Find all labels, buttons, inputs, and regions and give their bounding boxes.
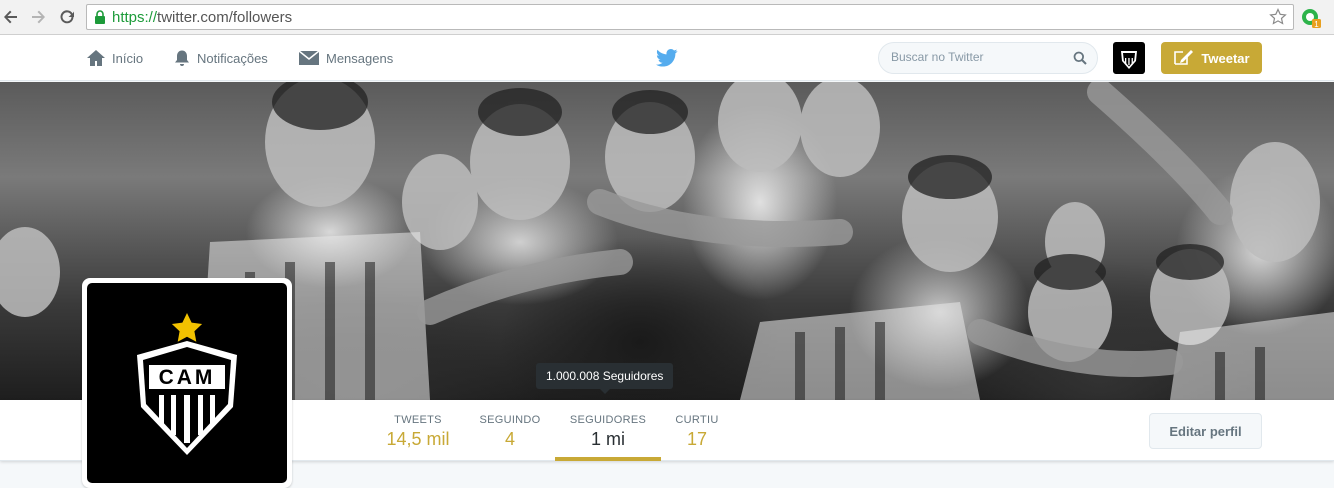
search-icon[interactable]	[1073, 51, 1087, 70]
nav-home-label: Início	[112, 50, 144, 66]
home-icon	[86, 49, 106, 67]
stat-following-label: SEGUINDO	[479, 414, 541, 426]
nav-notifications[interactable]: Notificações	[173, 35, 268, 81]
followers-tooltip: 1.000.008 Seguidores	[536, 363, 674, 394]
nav-notifications-label: Notificações	[197, 50, 268, 66]
stat-likes[interactable]: CURTIU 17	[668, 400, 726, 461]
account-avatar[interactable]	[1113, 42, 1145, 74]
nav-home[interactable]: Início	[86, 35, 143, 81]
stat-tweets[interactable]: TWEETS 14,5 mil	[380, 400, 456, 461]
nav-messages-label: Mensagens	[326, 50, 394, 66]
club-crest: CAM	[87, 283, 287, 483]
stat-following-value: 4	[504, 429, 515, 449]
star-icon[interactable]	[1269, 8, 1287, 31]
extension-icon[interactable]: 1	[1300, 7, 1322, 29]
stat-likes-label: CURTIU	[675, 414, 719, 426]
svg-text:1: 1	[1314, 20, 1319, 29]
forward-icon[interactable]	[27, 6, 49, 28]
stat-tweets-value: 14,5 mil	[386, 429, 450, 449]
crest-letters: CAM	[159, 366, 216, 389]
tweet-button-label: Tweetar	[1201, 50, 1250, 66]
search-box[interactable]	[878, 42, 1098, 74]
nav-messages[interactable]: Mensagens	[298, 35, 393, 81]
profile-avatar[interactable]: CAM	[82, 278, 292, 488]
stat-likes-value: 17	[686, 429, 708, 449]
stat-followers[interactable]: SEGUIDORES 1 mi	[555, 400, 661, 461]
stat-tweets-label: TWEETS	[394, 414, 442, 426]
reload-icon[interactable]	[56, 6, 78, 28]
back-icon[interactable]	[0, 6, 22, 28]
search-input[interactable]	[891, 50, 1071, 64]
star-icon	[171, 313, 203, 342]
lock-icon	[94, 10, 106, 29]
bell-icon	[173, 49, 191, 67]
browser-toolbar: https://twitter.com/followers 1	[0, 0, 1334, 35]
stat-following[interactable]: SEGUINDO 4	[474, 400, 546, 461]
envelope-icon	[298, 50, 320, 66]
twitter-bird-icon[interactable]	[656, 49, 678, 72]
stat-followers-label: SEGUIDORES	[569, 414, 647, 426]
tweet-button[interactable]: Tweetar	[1161, 42, 1262, 74]
twitter-top-bar: Início Notificações Mensagens Tweetar	[0, 35, 1334, 81]
compose-icon	[1173, 48, 1195, 69]
address-bar[interactable]: https://twitter.com/followers	[86, 4, 1294, 30]
url-text: https://twitter.com/followers	[112, 9, 293, 26]
edit-profile-button[interactable]: Editar perfil	[1149, 413, 1262, 449]
stat-followers-value: 1 mi	[590, 429, 625, 449]
